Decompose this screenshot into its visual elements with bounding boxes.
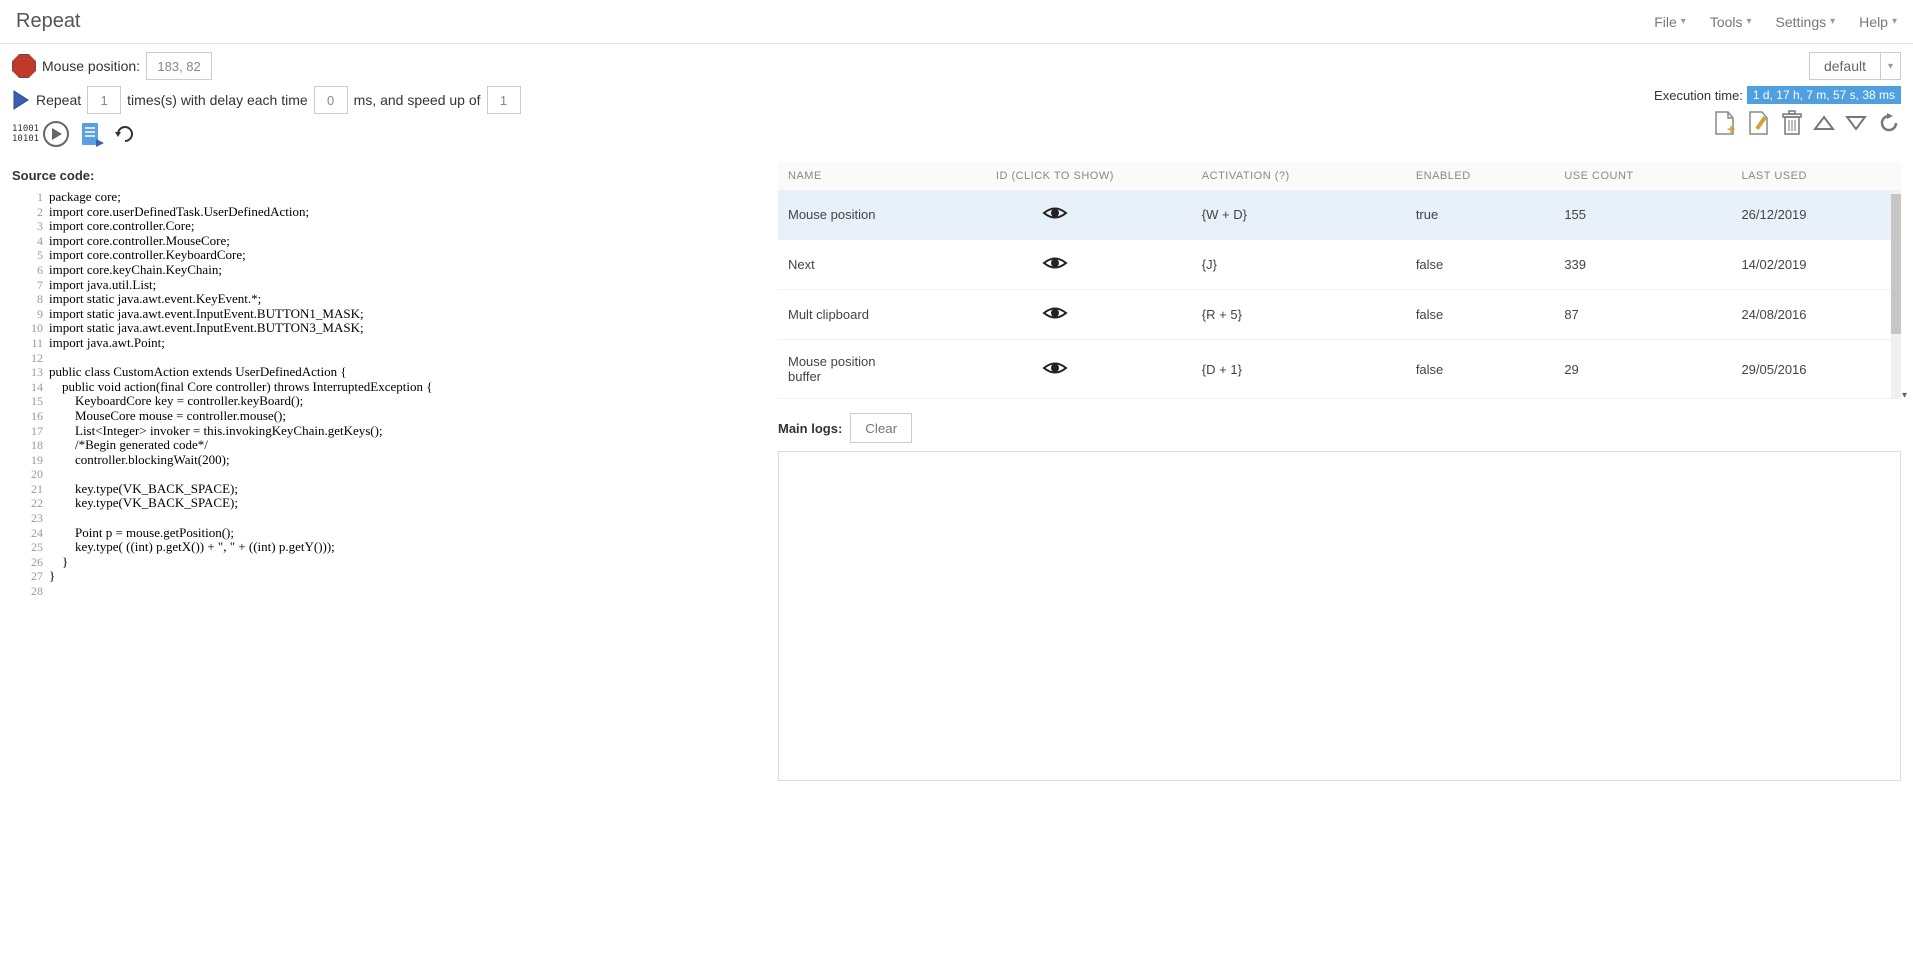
table-row[interactable]: Next {J}false33914/02/2019 <box>778 240 1901 290</box>
times-label: times(s) with delay each time <box>127 92 308 108</box>
cell-id-eye[interactable] <box>918 340 1192 399</box>
code-editor[interactable]: 1234567891011121314151617181920212223242… <box>12 189 762 600</box>
table-dropdown-caret[interactable]: ▾ <box>1902 390 1907 401</box>
code-lines[interactable]: package core;import core.userDefinedTask… <box>49 190 761 599</box>
cell-usecount: 339 <box>1554 240 1731 290</box>
repeat-label: Repeat <box>36 92 81 108</box>
cell-lastused: 14/02/2019 <box>1731 240 1901 290</box>
main-menu: File▾ Tools▾ Settings▾ Help▾ <box>1654 14 1897 30</box>
right-pane: NAME ID (CLICK TO SHOW) ACTIVATION (?) E… <box>778 162 1901 781</box>
left-pane: Source code: 123456789101112131415161718… <box>12 162 762 781</box>
main-content: Source code: 123456789101112131415161718… <box>0 162 1913 793</box>
new-file-icon[interactable]: + <box>1713 110 1737 136</box>
line-gutter: 1234567891011121314151617181920212223242… <box>13 190 49 599</box>
edit-file-icon[interactable] <box>1747 110 1771 136</box>
logs-area[interactable] <box>778 451 1901 781</box>
eye-icon[interactable] <box>1042 359 1068 377</box>
topbar: Repeat File▾ Tools▾ Settings▾ Help▾ <box>0 0 1913 44</box>
cell-usecount: 87 <box>1554 290 1731 340</box>
move-down-icon[interactable] <box>1845 114 1867 132</box>
speedup-input[interactable] <box>487 86 521 114</box>
eye-icon[interactable] <box>1042 254 1068 272</box>
col-enabled[interactable]: ENABLED <box>1406 162 1555 190</box>
cell-id-eye[interactable] <box>918 290 1192 340</box>
cell-lastused: 26/12/2019 <box>1731 190 1901 240</box>
cell-activation: {J} <box>1192 240 1406 290</box>
play-icon[interactable] <box>12 89 30 111</box>
reload-icon[interactable] <box>114 123 136 145</box>
document-icon[interactable] <box>80 121 104 147</box>
svg-text:+: + <box>1727 121 1735 136</box>
cell-name: Mouse position buffer <box>778 340 918 399</box>
refresh-icon[interactable] <box>1877 111 1901 135</box>
menu-tools[interactable]: Tools▾ <box>1710 14 1752 30</box>
task-table: NAME ID (CLICK TO SHOW) ACTIVATION (?) E… <box>778 162 1901 399</box>
delay-input[interactable] <box>314 86 348 114</box>
cell-lastused: 24/08/2016 <box>1731 290 1901 340</box>
cell-id-eye[interactable] <box>918 190 1192 240</box>
col-lastused[interactable]: LAST USED <box>1731 162 1901 190</box>
cell-enabled: true <box>1406 190 1555 240</box>
ms-label: ms, and speed up of <box>354 92 481 108</box>
cell-usecount: 29 <box>1554 340 1731 399</box>
mouse-position-label: Mouse position: <box>42 58 140 74</box>
default-dropdown-caret[interactable]: ▾ <box>1881 52 1901 80</box>
col-activation[interactable]: ACTIVATION (?) <box>1192 162 1406 190</box>
cell-name: Next <box>778 240 918 290</box>
svg-text:10101: 10101 <box>12 134 39 144</box>
app-title: Repeat <box>16 10 81 33</box>
execution-time-value: 1 d, 17 h, 7 m, 57 s, 38 ms <box>1747 86 1901 104</box>
repeat-count-input[interactable] <box>87 86 121 114</box>
record-stop-icon[interactable] <box>12 54 36 78</box>
toolbar: Mouse position: Repeat times(s) with del… <box>0 44 1913 162</box>
eye-icon[interactable] <box>1042 304 1068 322</box>
clear-logs-button[interactable]: Clear <box>850 413 912 443</box>
menu-help[interactable]: Help▾ <box>1859 14 1897 30</box>
cell-lastused: 29/05/2016 <box>1731 340 1901 399</box>
svg-text:11001: 11001 <box>12 124 39 134</box>
main-logs-label: Main logs: <box>778 421 842 436</box>
menu-file[interactable]: File▾ <box>1654 14 1686 30</box>
eye-icon[interactable] <box>1042 204 1068 222</box>
table-row[interactable]: Mouse position {W + D}true15526/12/2019 <box>778 190 1901 240</box>
menu-settings[interactable]: Settings▾ <box>1776 14 1836 30</box>
table-row[interactable]: Mult clipboard {R + 5}false8724/08/2016 <box>778 290 1901 340</box>
col-id[interactable]: ID (CLICK TO SHOW) <box>918 162 1192 190</box>
col-usecount[interactable]: USE COUNT <box>1554 162 1731 190</box>
task-table-wrap: NAME ID (CLICK TO SHOW) ACTIVATION (?) E… <box>778 162 1901 399</box>
run-icon[interactable] <box>42 120 70 148</box>
default-button[interactable]: default <box>1809 52 1881 80</box>
cell-activation: {D + 1} <box>1192 340 1406 399</box>
col-name[interactable]: NAME <box>778 162 918 190</box>
cell-enabled: false <box>1406 290 1555 340</box>
cell-name: Mouse position <box>778 190 918 240</box>
mouse-position-input[interactable] <box>146 52 212 80</box>
cell-activation: {R + 5} <box>1192 290 1406 340</box>
execution-time-label: Execution time: <box>1654 88 1743 103</box>
binary-icon[interactable]: 1100110101 <box>12 121 42 147</box>
table-row[interactable]: Mouse position buffer {D + 1}false2929/05… <box>778 340 1901 399</box>
cell-enabled: false <box>1406 240 1555 290</box>
move-up-icon[interactable] <box>1813 114 1835 132</box>
source-code-label: Source code: <box>12 168 762 183</box>
cell-activation: {W + D} <box>1192 190 1406 240</box>
trash-icon[interactable] <box>1781 110 1803 136</box>
table-scrollbar[interactable] <box>1891 192 1901 399</box>
cell-name: Mult clipboard <box>778 290 918 340</box>
cell-usecount: 155 <box>1554 190 1731 240</box>
cell-id-eye[interactable] <box>918 240 1192 290</box>
cell-enabled: false <box>1406 340 1555 399</box>
